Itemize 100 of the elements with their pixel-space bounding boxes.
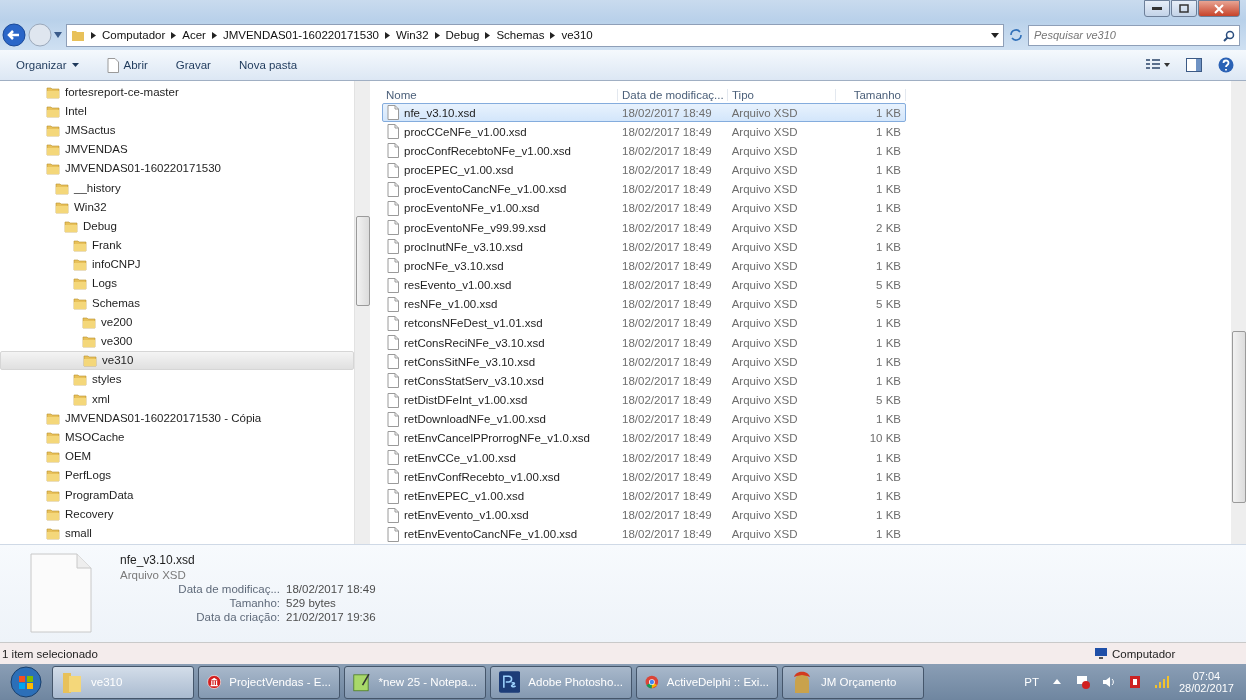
file-row[interactable]: retEnvCCe_v1.00.xsd 18/02/2017 18:49 Arquivo XSD 1 KB: [382, 448, 906, 468]
file-icon: [387, 277, 399, 293]
back-button[interactable]: [2, 23, 26, 47]
table-cell-text: 10 KB: [868, 432, 902, 445]
tree-item[interactable]: OEM: [0, 446, 354, 466]
tree-item[interactable]: Win32: [0, 197, 354, 217]
table-cell-text: Arquivo XSD: [730, 183, 799, 196]
file-row[interactable]: procEventoNFe_v99.99.xsd 18/02/2017 18:49 Arquivo XSD 2 KB: [382, 218, 906, 238]
file-row[interactable]: nfe_v3.10.xsd 18/02/2017 18:49 Arquivo XSD 1 KB: [382, 103, 906, 123]
column-header[interactable]: Tamanho: [836, 89, 906, 101]
tree-item[interactable]: Recovery: [0, 504, 354, 524]
tree-item[interactable]: ve310: [0, 350, 354, 370]
file-row[interactable]: retConsReciNFe_v3.10.xsd 18/02/2017 18:49 Arquivo XSD 1 KB: [382, 333, 906, 353]
tree-item-label: JMVENDAS01-160220171530: [65, 162, 221, 175]
file-row[interactable]: retConsSitNFe_v3.10.xsd 18/02/2017 18:49 Arquivo XSD 1 KB: [382, 352, 906, 372]
preview-pane-icon[interactable]: [1186, 58, 1202, 72]
file-row[interactable]: procNFe_v3.10.xsd 18/02/2017 18:49 Arquivo XSD 1 KB: [382, 256, 906, 276]
file-row[interactable]: resEvento_v1.00.xsd 18/02/2017 18:49 Arquivo XSD 5 KB: [382, 275, 906, 295]
tree-item[interactable]: Intel: [0, 101, 354, 121]
toolbar-button[interactable]: Gravar: [171, 57, 215, 73]
file-row[interactable]: procInutNFe_v3.10.xsd 18/02/2017 18:49 Arquivo XSD 1 KB: [382, 237, 906, 257]
tree-item[interactable]: ProgramData: [0, 484, 354, 505]
tree-item[interactable]: styles: [0, 369, 354, 389]
file-row[interactable]: retConsStatServ_v3.10.xsd 18/02/2017 18:49 Arquivo XSD 1 KB: [382, 371, 906, 391]
scrollbar[interactable]: [1231, 81, 1246, 544]
file-row[interactable]: retEnvEPEC_v1.00.xsd 18/02/2017 18:49 Arquivo XSD 1 KB: [382, 486, 906, 506]
tree-item[interactable]: JMVENDAS01-160220171530: [0, 158, 354, 178]
file-icon: [387, 105, 399, 121]
file-row[interactable]: retEnvCancelPProrrogNFe_v1.0.xsd 18/02/2017 18:49 Arquivo XSD 10 KB: [382, 428, 906, 449]
close-button[interactable]: [1198, 0, 1240, 17]
help-icon[interactable]: [1218, 57, 1234, 73]
breadcrumb[interactable]: Computador: [102, 29, 166, 41]
table-cell-text: 5 KB: [875, 279, 902, 292]
tree-item[interactable]: small: [0, 523, 354, 543]
tree-item[interactable]: Schemas: [0, 293, 354, 313]
folder-icon: [82, 334, 96, 349]
tree-item[interactable]: ve200: [0, 312, 354, 332]
tree-item[interactable]: infoCNPJ: [0, 254, 354, 274]
breadcrumb[interactable]: JMVENDAS01-160220171530: [222, 29, 379, 41]
breadcrumb[interactable]: Win32: [395, 29, 429, 41]
tree-item[interactable]: Logs: [0, 273, 354, 294]
search-field[interactable]: Pesquisar ve310: [1028, 24, 1240, 46]
table-cell-text: Arquivo XSD: [730, 106, 799, 119]
breadcrumb[interactable]: Acer: [182, 29, 206, 41]
breadcrumb[interactable]: Debug: [445, 29, 480, 41]
property-value: 21/02/2017 19:36: [286, 611, 376, 623]
column-header[interactable]: Nome: [382, 89, 618, 101]
flag-icon[interactable]: [1074, 674, 1091, 690]
toolbar-button[interactable]: Abrir: [102, 55, 152, 75]
helmet-icon: [791, 669, 813, 695]
file-row[interactable]: procCCeNFe_v1.00.xsd 18/02/2017 18:49 Arquivo XSD 1 KB: [382, 122, 906, 142]
table-cell-text: Arquivo XSD: [730, 336, 799, 349]
tree-item[interactable]: JMVENDAS01-160220171530 - Cópia: [0, 408, 354, 428]
file-row[interactable]: procEventoCancNFe_v1.00.xsd 18/02/2017 18:49 Arquivo XSD 1 KB: [382, 179, 906, 199]
location-text: Computador: [1112, 647, 1176, 660]
tree-item[interactable]: xml: [0, 389, 354, 409]
table-cell-text: 5 KB: [875, 298, 902, 311]
computer-icon: [1094, 647, 1108, 660]
file-name: procEventoNFe_v99.99.xsd: [404, 221, 546, 234]
tree-item[interactable]: ve300: [0, 331, 354, 351]
table-cell-text: Arquivo XSD: [730, 144, 799, 157]
column-header[interactable]: Tipo: [728, 89, 836, 101]
file-icon: [387, 507, 399, 523]
table-cell-text: 1 KB: [875, 528, 902, 541]
tree-item[interactable]: MSOCache: [0, 427, 354, 447]
breadcrumb[interactable]: ve310: [561, 29, 593, 41]
speaker-icon[interactable]: [1100, 674, 1117, 690]
table-cell-text: 18/02/2017 18:49: [621, 528, 713, 541]
file-row[interactable]: retDownloadNFe_v1.00.xsd 18/02/2017 18:49 Arquivo XSD 1 KB: [382, 409, 906, 429]
file-row[interactable]: retconsNFeDest_v1.01.xsd 18/02/2017 18:49 Arquivo XSD 1 KB: [382, 313, 906, 334]
refresh-icon[interactable]: [1008, 28, 1024, 42]
table-cell-text: 1 KB: [875, 202, 902, 215]
breadcrumb[interactable]: Schemas: [496, 29, 545, 41]
file-row[interactable]: procConfRecebtoNFe_v1.00.xsd 18/02/2017 18:49 Arquivo XSD 1 KB: [382, 141, 906, 161]
file-row[interactable]: retEnvConfRecebto_v1.00.xsd 18/02/2017 18:49 Arquivo XSD 1 KB: [382, 467, 906, 487]
tree-item[interactable]: JMSactus: [0, 120, 354, 140]
file-name: retEnvEvento_v1.00.xsd: [404, 509, 529, 522]
file-row[interactable]: procEventoNFe_v1.00.xsd 18/02/2017 18:49 Arquivo XSD 1 KB: [382, 198, 906, 218]
table-cell-text: 1 KB: [875, 183, 902, 196]
file-row[interactable]: retEnvEvento_v1.00.xsd 18/02/2017 18:49 Arquivo XSD 1 KB: [382, 505, 906, 525]
file-icon: [106, 57, 119, 73]
tree-item[interactable]: Frank: [0, 235, 354, 255]
file-row[interactable]: retEnvEventoCancNFe_v1.00.xsd 18/02/2017 18:49 Arquivo XSD 1 KB: [382, 524, 906, 544]
minimize-button[interactable]: [1144, 0, 1170, 17]
dropdown-icon[interactable]: [991, 32, 999, 38]
address-bar[interactable]: Computador Acer JMVENDAS01-160220171530 Win32 Debug Schemas ve310: [66, 23, 1004, 47]
toolbar-button[interactable]: Organizar: [12, 57, 83, 73]
maximize-button[interactable]: [1171, 0, 1197, 17]
tree-item[interactable]: JMVENDAS: [0, 139, 354, 159]
view-options-icon[interactable]: [1146, 59, 1170, 71]
file-row[interactable]: retDistDFeInt_v1.00.xsd 18/02/2017 18:49 Arquivo XSD 5 KB: [382, 390, 906, 410]
tree-item[interactable]: PerfLogs: [0, 465, 354, 485]
tree-item[interactable]: fortesreport-ce-master: [0, 82, 354, 102]
tree-item[interactable]: __history: [0, 177, 354, 198]
tree-item[interactable]: Debug: [0, 216, 354, 236]
file-row[interactable]: resNFe_v1.00.xsd 18/02/2017 18:49 Arquivo XSD 5 KB: [382, 294, 906, 314]
toolbar-button[interactable]: Nova pasta: [234, 57, 302, 73]
scrollbar[interactable]: [354, 81, 370, 544]
file-row[interactable]: procEPEC_v1.00.xsd 18/02/2017 18:49 Arquivo XSD 1 KB: [382, 160, 906, 180]
column-header[interactable]: Data de modificaç...: [618, 89, 728, 101]
